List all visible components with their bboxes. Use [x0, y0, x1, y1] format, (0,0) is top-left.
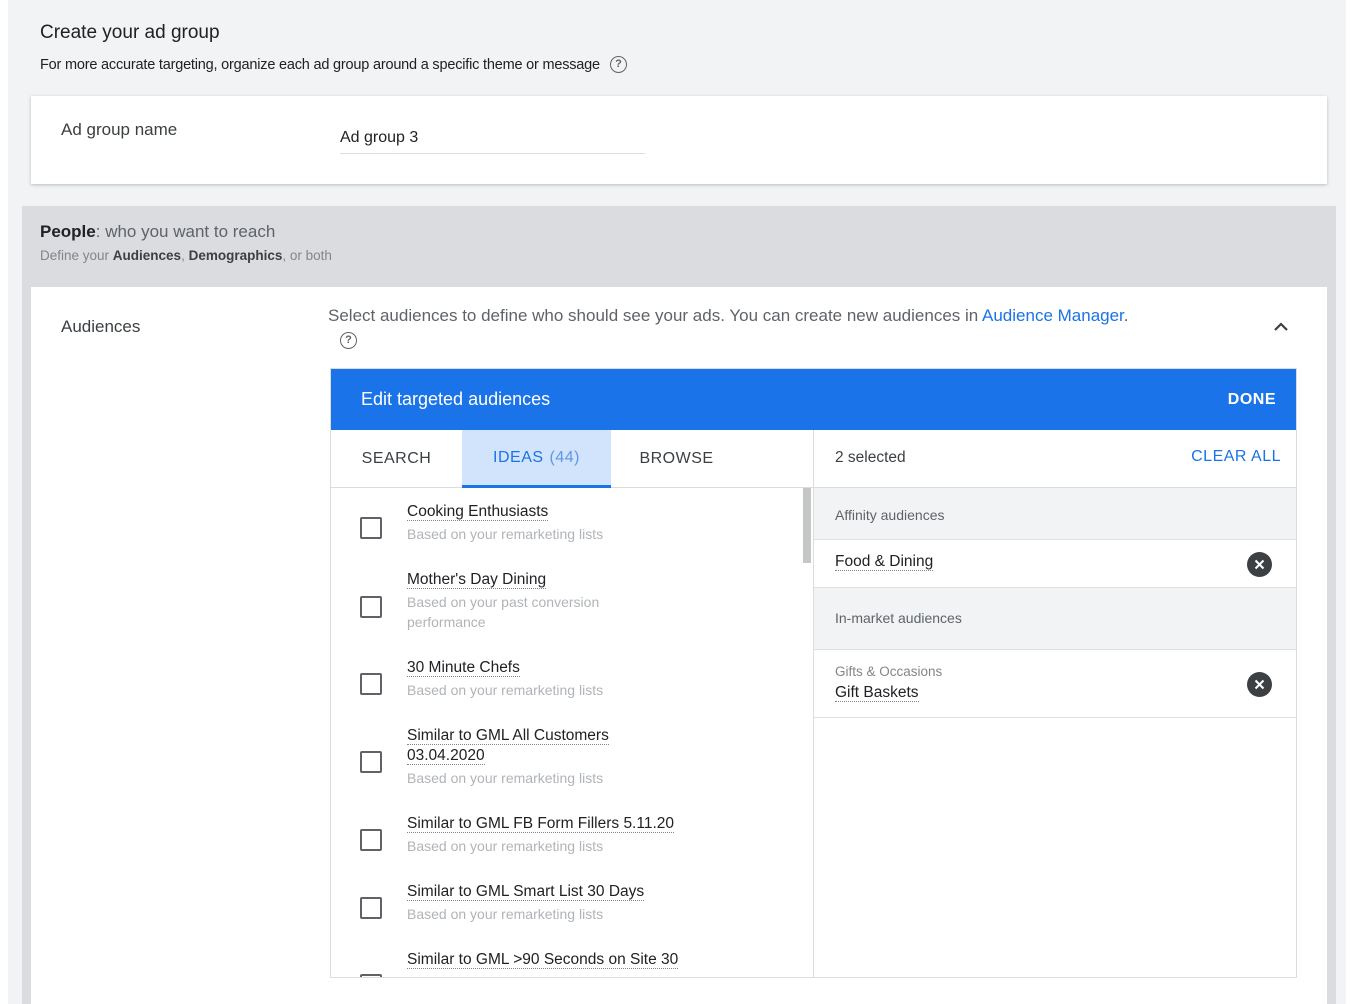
clear-all-button[interactable]: CLEAR ALL: [1191, 448, 1281, 466]
ideas-list: Cooking Enthusiasts Based on your remark…: [331, 488, 813, 977]
people-sub-suffix: , or both: [282, 248, 332, 263]
people-title-rest: : who you want to reach: [95, 222, 276, 241]
audiences-description-end: .: [1123, 306, 1129, 325]
checkbox[interactable]: [360, 829, 382, 851]
tab-ideas-label: IDEAS: [493, 448, 544, 466]
page-subtitle: For more accurate targeting, organize ea…: [40, 56, 627, 73]
checkbox[interactable]: [360, 517, 382, 539]
ad-group-name-card: Ad group name: [31, 96, 1327, 184]
audiences-description: Select audiences to define who should se…: [328, 305, 1238, 349]
help-icon[interactable]: ?: [340, 332, 357, 349]
item-title-text: Similar to GML FB Form Fillers 5.11.20: [407, 815, 675, 833]
people-sub-audiences: Audiences: [112, 248, 182, 263]
audiences-card: Audiences Select audiences to define who…: [31, 287, 1327, 1004]
selected-count: 2 selected: [835, 449, 906, 466]
people-sub-comma: ,: [181, 248, 189, 263]
edit-targeted-audiences-panel: Edit targeted audiences DONE SEARCH IDEA…: [330, 368, 1297, 978]
item-title: Similar to GML FB Form Fillers 5.11.20: [407, 814, 707, 834]
item-title-text: Similar to GML >90 Seconds on Site 30: [407, 951, 679, 969]
tab-browse[interactable]: BROWSE: [611, 430, 742, 488]
item-title-text: 30 Minute Chefs: [407, 659, 520, 677]
selected-item-category: Gifts & Occasions: [835, 664, 943, 679]
audience-tabs: SEARCH IDEAS (44) BROWSE: [331, 430, 813, 488]
item-title-text: Mother's Day Dining: [407, 571, 547, 589]
group-header-in-market: In-market audiences: [814, 588, 1296, 650]
close-circle-icon[interactable]: [1247, 672, 1272, 697]
item-subtitle: Based on your remarketing lists: [407, 526, 604, 542]
group-header-affinity: Affinity audiences: [814, 488, 1296, 540]
audiences-description-text: Select audiences to define who should se…: [328, 306, 983, 325]
item-title: Similar to GML All Customers 03.04.2020: [407, 726, 637, 766]
item-subtitle: Based on your remarketing lists: [407, 682, 604, 698]
item-subtitle: Based on your past conversion performanc…: [407, 594, 600, 630]
page-header: Create your ad group For more accurate t…: [40, 22, 627, 73]
page-title: Create your ad group: [40, 22, 220, 43]
tab-ideas-count: (44): [549, 448, 580, 466]
tab-search[interactable]: SEARCH: [331, 430, 462, 488]
item-title-text: Similar to GML All Customers 03.04.2020: [407, 727, 609, 765]
selected-item-name-text: Gift Baskets: [835, 684, 919, 702]
selected-header: 2 selected CLEAR ALL: [814, 430, 1296, 488]
item-title: Mother's Day Dining: [407, 570, 707, 590]
audience-manager-link[interactable]: Audience Manager: [982, 306, 1124, 325]
editor-header: Edit targeted audiences DONE: [331, 369, 1296, 430]
selected-item: Food & Dining: [814, 540, 1296, 588]
checkbox[interactable]: [360, 897, 382, 919]
people-subtitle: Define your Audiences, Demographics, or …: [40, 248, 332, 263]
item-subtitle: Based on your remarketing lists: [407, 770, 604, 786]
item-title: Similar to GML >90 Seconds on Site 30: [407, 950, 707, 970]
item-title: Similar to GML Smart List 30 Days: [407, 882, 707, 902]
item-title: Cooking Enthusiasts: [407, 502, 707, 522]
chevron-up-icon[interactable]: [1271, 317, 1291, 337]
people-title-bold: People: [40, 222, 96, 241]
item-subtitle: Based on your remarketing lists: [407, 838, 604, 854]
selected-item-name: Gift Baskets: [835, 684, 919, 702]
close-circle-icon[interactable]: [1247, 552, 1272, 577]
ad-group-name-input[interactable]: [340, 118, 645, 154]
item-title: 30 Minute Chefs: [407, 658, 707, 678]
done-button[interactable]: DONE: [1228, 391, 1276, 409]
people-sub-prefix: Define your: [40, 248, 113, 263]
help-icon[interactable]: ?: [609, 56, 627, 73]
selected-item-name: Food & Dining: [835, 553, 934, 571]
page-subtitle-text: For more accurate targeting, organize ea…: [40, 56, 600, 73]
group-header-label: Affinity audiences: [835, 507, 945, 523]
selected-item-name-text: Food & Dining: [835, 553, 934, 571]
audiences-label: Audiences: [61, 317, 141, 336]
item-title-text: Similar to GML Smart List 30 Days: [407, 883, 645, 901]
selected-item: Gifts & Occasions Gift Baskets: [814, 650, 1296, 718]
checkbox[interactable]: [360, 673, 382, 695]
item-subtitle: Based on your remarketing lists: [407, 906, 604, 922]
selected-audiences-pane: 2 selected CLEAR ALL Affinity audiences …: [813, 430, 1296, 977]
checkbox[interactable]: [360, 596, 382, 618]
list-scrollbar[interactable]: [803, 488, 811, 563]
people-sub-demographics: Demographics: [188, 248, 283, 263]
group-header-label: In-market audiences: [835, 610, 962, 626]
item-title-text: Cooking Enthusiasts: [407, 503, 549, 521]
checkbox[interactable]: [360, 751, 382, 773]
people-title: People: who you want to reach: [40, 222, 275, 242]
editor-title: Edit targeted audiences: [361, 389, 551, 409]
tab-ideas[interactable]: IDEAS (44): [462, 430, 611, 488]
checkbox[interactable]: [360, 974, 382, 977]
ad-group-name-label: Ad group name: [61, 120, 178, 139]
